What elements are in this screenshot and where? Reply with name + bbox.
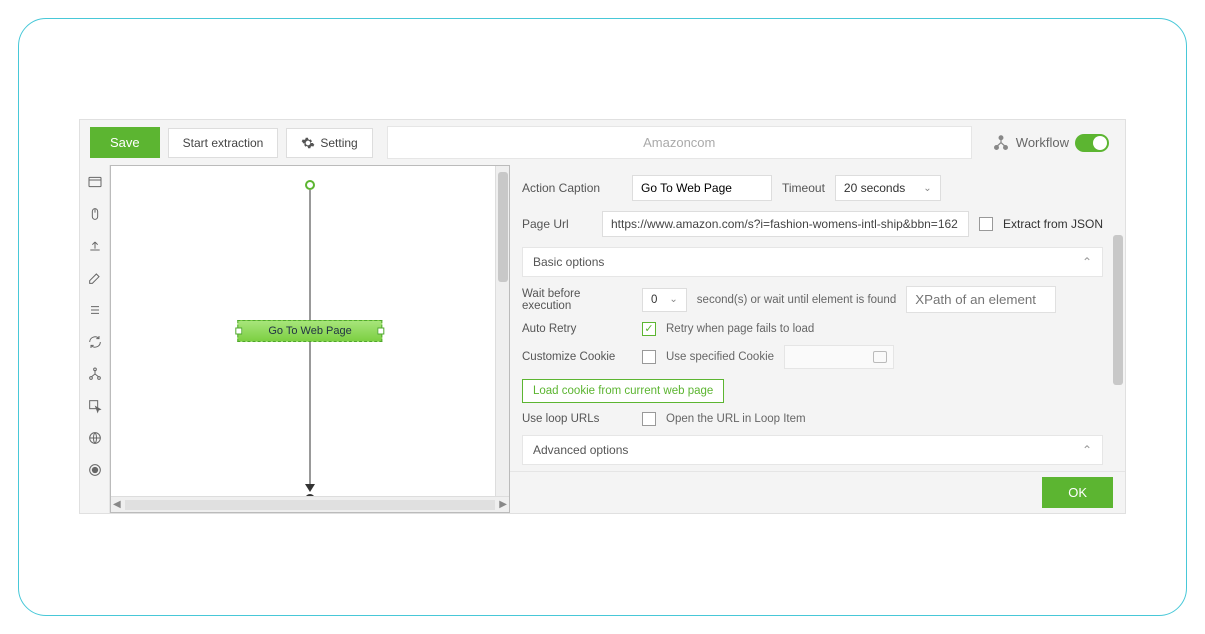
refresh-icon[interactable] [86,333,104,351]
start-extraction-button[interactable]: Start extraction [168,128,279,158]
workflow-label: Workflow [1016,135,1069,150]
properties-panel: Action Caption Timeout 20 seconds ⌄ Page… [510,165,1125,513]
pointer-box-icon[interactable] [86,397,104,415]
workflow-canvas-wrap: Go To Web Page ◀ ▶ [110,165,510,513]
go-to-web-page-node[interactable]: Go To Web Page [237,320,382,342]
chevron-up-icon: ⌃ [1082,255,1092,269]
chevron-up-icon: ⌃ [1082,443,1092,457]
advanced-options-title: Advanced options [533,443,628,457]
upload-icon[interactable] [86,237,104,255]
basic-options-header[interactable]: Basic options ⌃ [522,247,1103,277]
action-caption-input[interactable] [632,175,772,201]
hscroll-track[interactable] [125,500,496,510]
use-loop-urls-label: Use loop URLs [522,413,632,425]
setting-label: Setting [320,136,357,150]
canvas-vertical-scrollbar[interactable] [495,166,509,496]
auto-retry-checkbox[interactable] [642,322,656,336]
record-icon[interactable] [86,461,104,479]
basic-options-title: Basic options [533,255,604,269]
timeout-select[interactable]: 20 seconds ⌄ [835,175,941,201]
load-cookie-button[interactable]: Load cookie from current web page [522,379,724,403]
wait-label: Wait before execution [522,288,632,312]
flow-start-node[interactable] [305,180,315,190]
workflow-toggle-group: Workflow [986,134,1115,152]
setting-button[interactable]: Setting [286,128,372,158]
chevron-down-icon: ⌄ [669,294,677,305]
action-caption-label: Action Caption [522,181,622,195]
expand-icon[interactable] [873,351,887,363]
use-loop-urls-checkbox[interactable] [642,412,656,426]
canvas-horizontal-scrollbar[interactable]: ◀ ▶ [111,496,509,512]
wait-suffix: second(s) or wait until element is found [697,294,896,306]
page-url-input[interactable] [602,211,969,237]
panel-scrollbar-thumb[interactable] [1113,235,1123,385]
auto-retry-label: Auto Retry [522,323,632,335]
outer-frame: Save Start extraction Setting Amazoncom … [18,18,1187,616]
save-button[interactable]: Save [90,127,160,158]
left-toolbar [80,165,110,513]
page-url-label: Page Url [522,217,592,231]
timeout-label: Timeout [782,181,825,195]
cookie-value-box[interactable] [784,345,894,369]
main-area: Go To Web Page ◀ ▶ Action Caption Timeou… [80,165,1125,513]
use-loop-urls-text: Open the URL in Loop Item [666,413,806,425]
flow-arrow-icon [305,484,315,492]
tree-icon[interactable] [86,365,104,383]
chevron-down-icon: ⌄ [923,183,931,194]
extract-json-checkbox[interactable] [979,217,993,231]
mouse-icon[interactable] [86,205,104,223]
extract-json-label: Extract from JSON [1003,217,1103,231]
ok-bar: OK [510,471,1125,513]
ok-button[interactable]: OK [1042,477,1113,508]
advanced-options-header[interactable]: Advanced options ⌃ [522,435,1103,465]
page-title-bar: Amazoncom [387,126,972,159]
xpath-input[interactable] [906,286,1056,313]
globe-icon[interactable] [86,429,104,447]
scroll-left-icon[interactable]: ◀ [113,499,121,510]
app-window: Save Start extraction Setting Amazoncom … [79,119,1126,514]
workflow-toggle[interactable] [1075,134,1109,152]
topbar: Save Start extraction Setting Amazoncom … [80,120,1125,165]
wait-value: 0 [651,294,657,306]
workflow-icon [992,134,1010,152]
auto-retry-text: Retry when page fails to load [666,323,814,335]
customize-cookie-text: Use specified Cookie [666,351,774,363]
workflow-canvas[interactable]: Go To Web Page [111,166,509,512]
wait-value-select[interactable]: 0 ⌄ [642,288,687,312]
properties-scroll[interactable]: Action Caption Timeout 20 seconds ⌄ Page… [522,175,1113,471]
customize-cookie-label: Customize Cookie [522,351,632,363]
list-icon[interactable] [86,301,104,319]
hscroll-thumb[interactable] [125,500,496,510]
browser-icon[interactable] [86,173,104,191]
customize-cookie-checkbox[interactable] [642,350,656,364]
timeout-value: 20 seconds [844,181,905,195]
scroll-right-icon[interactable]: ▶ [499,499,507,510]
gear-icon [301,136,315,150]
canvas-vertical-scroll-thumb[interactable] [498,172,508,282]
edit-icon[interactable] [86,269,104,287]
